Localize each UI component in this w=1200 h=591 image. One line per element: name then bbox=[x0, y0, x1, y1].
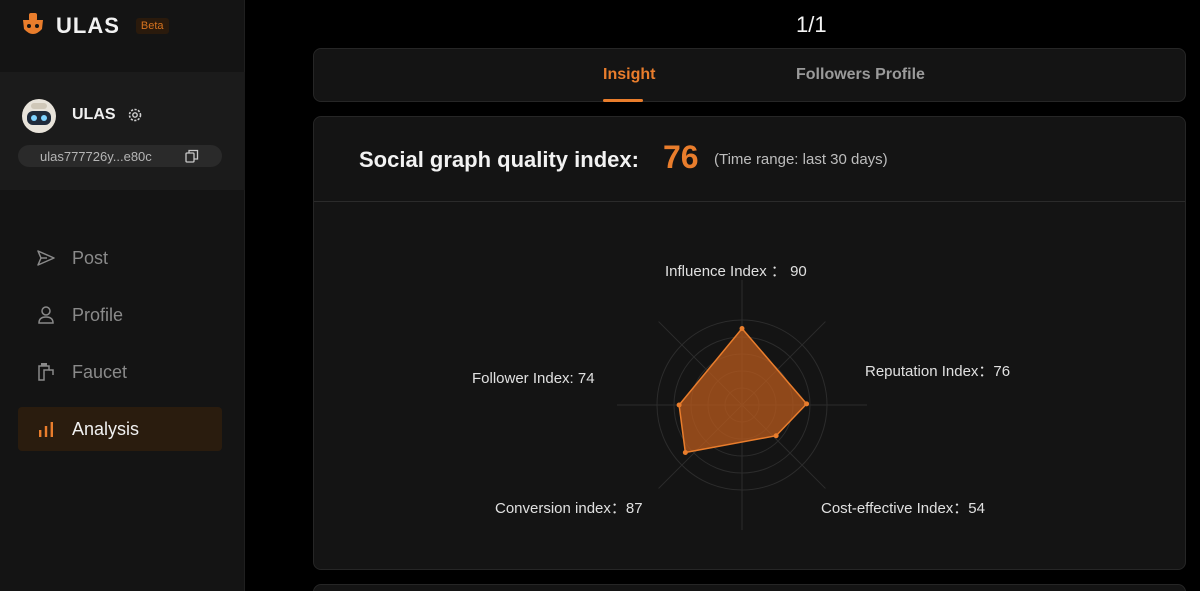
tab-insight[interactable]: Insight bbox=[603, 66, 655, 84]
radar-point-cost[interactable] bbox=[773, 433, 779, 439]
tab-active-indicator bbox=[603, 99, 643, 102]
bar-chart-icon bbox=[39, 422, 53, 437]
sidebar-item-analysis[interactable]: Analysis bbox=[18, 407, 222, 451]
brand-name: ULAS bbox=[56, 13, 120, 38]
axis-label-follower: Follower Index: 74 bbox=[472, 370, 595, 387]
radar-point-reputation[interactable] bbox=[804, 401, 810, 407]
tab-bar: Insight Followers Profile bbox=[313, 48, 1186, 102]
robot-avatar-icon bbox=[22, 99, 56, 133]
axis-label-cost-effective: Cost-effective Index：54 bbox=[821, 500, 985, 517]
wallet-address-text: ulas777726y...e80c bbox=[40, 148, 152, 164]
avatar[interactable] bbox=[22, 99, 56, 133]
radar-chart bbox=[617, 280, 867, 530]
account-card: ULAS ulas777726y...e80c bbox=[0, 72, 245, 190]
wallet-address: ulas777726y...e80c bbox=[18, 145, 222, 167]
sidebar-nav: Post Profile Faucet Analysis bbox=[18, 236, 222, 464]
ulas-logo-icon bbox=[23, 13, 43, 34]
send-icon bbox=[37, 250, 55, 266]
radar-point-influence[interactable] bbox=[739, 326, 745, 331]
gear-icon[interactable] bbox=[126, 106, 144, 124]
faucet-icon bbox=[38, 363, 54, 381]
tab-followers-profile[interactable]: Followers Profile bbox=[796, 66, 925, 84]
sidebar-item-faucet[interactable]: Faucet bbox=[18, 350, 222, 394]
beta-badge: Beta bbox=[135, 18, 169, 34]
brand[interactable]: ULAS Beta bbox=[18, 10, 169, 42]
radar-series-area bbox=[678, 327, 808, 454]
sidebar-item-label: Faucet bbox=[72, 361, 128, 382]
sidebar-item-profile[interactable]: Profile bbox=[18, 293, 222, 337]
secondary-panel bbox=[313, 584, 1186, 591]
account-name: ULAS bbox=[72, 106, 116, 123]
radar-point-follower[interactable] bbox=[676, 402, 682, 408]
sidebar-item-label: Profile bbox=[72, 304, 124, 325]
sidebar: ULAS Beta ULAS ulas777726y...e80c Post P… bbox=[0, 0, 245, 591]
insight-panel: Social graph quality index: 76 (Time ran… bbox=[313, 116, 1186, 570]
copy-icon[interactable] bbox=[185, 149, 199, 163]
user-icon bbox=[38, 306, 54, 324]
radar-point-conversion[interactable] bbox=[682, 450, 688, 456]
sidebar-item-label: Post bbox=[72, 247, 109, 268]
axis-label-conversion: Conversion index：87 bbox=[495, 500, 643, 517]
page-indicator: 1/1 bbox=[796, 12, 827, 37]
sidebar-item-post[interactable]: Post bbox=[18, 236, 222, 280]
sidebar-item-label: Analysis bbox=[72, 418, 140, 439]
radar-area bbox=[676, 326, 810, 456]
axis-label-influence: Influence Index ： 90 bbox=[665, 263, 807, 280]
axis-label-reputation: Reputation Index：76 bbox=[865, 363, 1011, 380]
